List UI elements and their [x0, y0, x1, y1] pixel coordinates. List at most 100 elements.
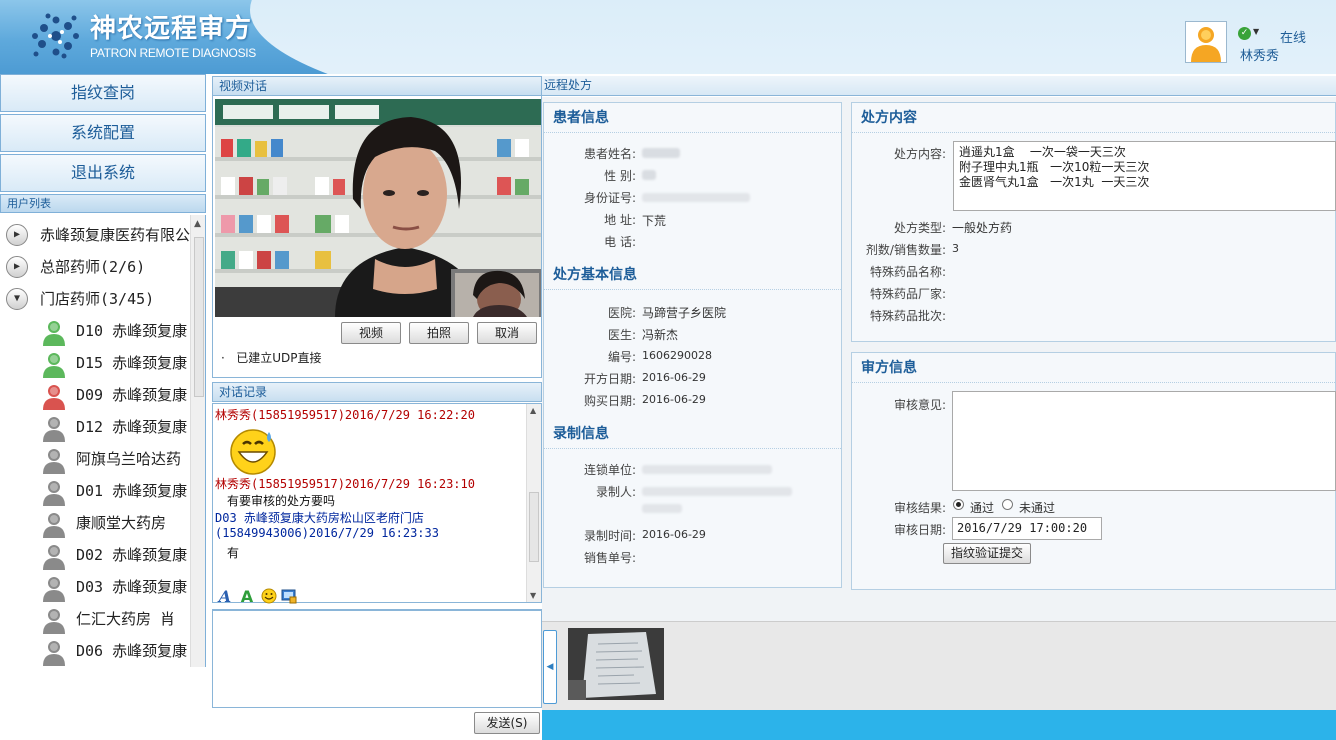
- field-label: 购买日期:: [583, 394, 636, 408]
- tree-member-row[interactable]: D01 赤峰颈复康: [0, 476, 190, 506]
- video-panel: 视频对话 视频 拍照 取消 · 已建立UDP直接: [212, 76, 542, 378]
- chevron-down-icon[interactable]: ▼: [1253, 27, 1259, 36]
- tree-group[interactable]: ▼ 门店药师(3/45): [0, 284, 190, 314]
- tree-member-row[interactable]: D15 赤峰颈复康: [0, 348, 190, 378]
- header-arc-decoration: [250, 0, 1336, 74]
- review-fail-radio[interactable]: [1002, 499, 1013, 510]
- tree-member-row[interactable]: D06 赤峰颈复康: [0, 636, 190, 666]
- user-avatar[interactable]: [1185, 21, 1227, 63]
- patient-sex-value: [642, 168, 656, 181]
- review-pass-label[interactable]: 通过: [970, 499, 994, 516]
- brand-title: 神农远程审方: [90, 14, 253, 44]
- tree-group-label: 门店药师(3/45): [40, 290, 155, 308]
- photo-thumbnail-image: [568, 628, 664, 700]
- field-label: 编号:: [607, 350, 636, 364]
- buy-date-value: 2016-06-29: [642, 393, 706, 406]
- chat-message: 有要审核的处方要吗: [227, 494, 336, 508]
- font-color-icon[interactable]: A: [238, 588, 256, 606]
- chat-scrollbar[interactable]: ▲ ▼: [526, 404, 541, 602]
- review-opinion-input[interactable]: [952, 391, 1336, 491]
- tree-member-row[interactable]: D03 赤峰颈复康: [0, 572, 190, 602]
- rx-content-box: 处方内容 处方内容: 处方类型: 一般处方药 剂数/销售数量: 3 特殊药品名称…: [851, 102, 1336, 342]
- chat-sender-line: 林秀秀(15851959517)2016/7/29 16:23:10: [215, 477, 475, 491]
- tree-member-row[interactable]: 康顺堂大药房: [0, 508, 190, 538]
- person-avatar-icon: [1191, 27, 1221, 62]
- field-label: 录制人:: [595, 485, 636, 499]
- review-date-input[interactable]: 2016/7/29 17:00:20: [952, 517, 1102, 540]
- chat-sender-line: 林秀秀(15851959517)2016/7/29 16:22:20: [215, 408, 475, 422]
- tree-member-row[interactable]: D10 赤峰颈复康: [0, 316, 190, 346]
- patient-info-heading: 患者信息: [544, 103, 841, 133]
- chat-log[interactable]: 林秀秀(15851959517)2016/7/29 16:22:20 林秀秀(1…: [212, 403, 542, 603]
- fingerprint-submit-button[interactable]: 指纹验证提交: [943, 543, 1031, 564]
- video-button[interactable]: 视频: [341, 322, 401, 344]
- tree-member-row[interactable]: 阿旗乌兰哈达药: [0, 444, 190, 474]
- recorder-value: [642, 484, 792, 497]
- field-label: 特殊药品名称:: [869, 265, 946, 279]
- field-label: 处方类型:: [893, 221, 946, 235]
- person-offline-icon: [43, 417, 65, 442]
- send-button[interactable]: 发送(S): [474, 712, 540, 734]
- online-status-icon[interactable]: ✓: [1238, 27, 1251, 40]
- app-header: 神农远程审方 PATRON REMOTE DIAGNOSIS ✓ ▼ 在线 林秀…: [0, 0, 1336, 74]
- rx-content-textarea[interactable]: 逍遥丸1盒 一次一袋一天三次 附子理中丸1瓶 一次10粒一天三次 金匮肾气丸1盒…: [953, 141, 1336, 211]
- scroll-up-icon[interactable]: ▲: [194, 219, 201, 229]
- review-fail-label[interactable]: 未通过: [1019, 499, 1055, 516]
- tree-member-label: D01 赤峰颈复康: [76, 482, 188, 500]
- emoji-icon[interactable]: [260, 588, 278, 606]
- prescription-photo-thumbnail[interactable]: [568, 628, 664, 700]
- font-style-icon[interactable]: A: [216, 588, 234, 606]
- tree-member-label: D09 赤峰颈复康: [76, 386, 188, 404]
- screenshot-icon[interactable]: [280, 588, 298, 606]
- tree-member-label: D06 赤峰颈复康: [76, 642, 188, 660]
- tree-member-row[interactable]: 仁汇大药房 肖: [0, 604, 190, 634]
- scroll-up-icon[interactable]: ▲: [530, 406, 536, 415]
- system-config-button[interactable]: 系统配置: [0, 114, 206, 152]
- issue-date-value: 2016-06-29: [642, 371, 706, 384]
- fingerprint-check-button[interactable]: 指纹查岗: [0, 74, 206, 112]
- connection-status-text: 已建立UDP直接: [236, 351, 322, 365]
- patient-id-value: [642, 190, 750, 203]
- hospital-value: 马蹄营子乡医院: [642, 306, 727, 320]
- tree-member-label: D03 赤峰颈复康: [76, 578, 188, 596]
- expand-arrow-icon[interactable]: ▶: [6, 224, 28, 246]
- bottom-status-bar: [542, 710, 1336, 740]
- tree-group-label: 总部药师(2/6): [40, 258, 146, 276]
- person-offline-icon: [43, 609, 65, 634]
- tree-group-label: 赤峰颈复康医药有限公: [40, 226, 190, 244]
- take-photo-button[interactable]: 拍照: [409, 322, 469, 344]
- tree-group[interactable]: ▶ 总部药师(2/6): [0, 252, 190, 282]
- field-label: 销售单号:: [583, 551, 636, 565]
- person-offline-icon: [43, 641, 65, 666]
- chat-message: 有: [227, 546, 240, 560]
- brand-subtitle: PATRON REMOTE DIAGNOSIS: [90, 46, 257, 60]
- field-label: 医院:: [607, 306, 636, 320]
- rx-type-value: 一般处方药: [952, 221, 1013, 235]
- field-label: 审核结果:: [893, 501, 946, 515]
- tree-member-row[interactable]: D12 赤峰颈复康: [0, 412, 190, 442]
- tree-scrollbar[interactable]: ▲: [190, 215, 205, 667]
- field-label: 地 址:: [604, 213, 636, 227]
- review-pass-radio[interactable]: [953, 499, 964, 510]
- rx-number-value: 1606290028: [642, 349, 712, 362]
- collapse-left-icon[interactable]: ◀: [543, 630, 557, 704]
- exit-system-button[interactable]: 退出系统: [0, 154, 206, 192]
- field-label: 电 话:: [604, 235, 636, 249]
- chat-input[interactable]: [212, 610, 542, 708]
- field-label: 性 别:: [604, 169, 636, 183]
- patient-name-value: [642, 146, 680, 159]
- expand-arrow-icon[interactable]: ▶: [6, 256, 28, 278]
- tree-member-row[interactable]: D09 赤峰颈复康: [0, 380, 190, 410]
- video-stream[interactable]: [215, 99, 541, 317]
- collapse-arrow-icon[interactable]: ▼: [6, 288, 28, 310]
- field-label: 患者姓名:: [583, 147, 636, 161]
- patient-info-box: 患者信息 患者姓名: 性 别: 身份证号: 地 址: 下荒 电 话: 处方基本信…: [543, 102, 842, 588]
- tree-group[interactable]: ▶ 赤峰颈复康医药有限公: [0, 220, 190, 250]
- cancel-button[interactable]: 取消: [477, 322, 537, 344]
- scroll-thumb[interactable]: [194, 237, 204, 397]
- status-text[interactable]: 在线: [1280, 27, 1306, 46]
- person-offline-icon: [43, 481, 65, 506]
- scroll-thumb[interactable]: [529, 492, 539, 562]
- tree-member-row[interactable]: D02 赤峰颈复康: [0, 540, 190, 570]
- chain-unit-value: [642, 462, 772, 475]
